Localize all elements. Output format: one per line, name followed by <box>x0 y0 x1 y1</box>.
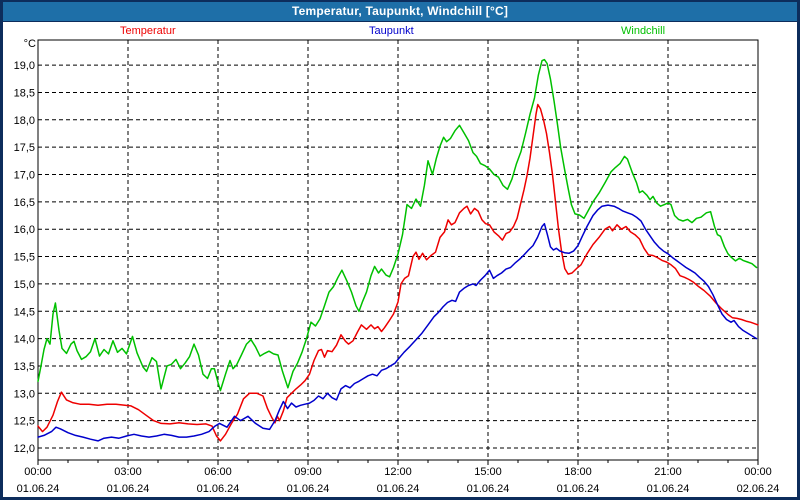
y-tick-label: 19,0 <box>14 60 35 72</box>
x-date-label: 01.06.24 <box>467 483 510 495</box>
x-time-label: 21:00 <box>654 466 682 478</box>
y-tick-label: 16,0 <box>14 224 35 236</box>
x-date-label: 01.06.24 <box>17 483 60 495</box>
x-time-label: 12:00 <box>384 466 412 478</box>
y-tick-label: 15,0 <box>14 279 35 291</box>
x-time-label: 00:00 <box>24 466 52 478</box>
x-date-label: 01.06.24 <box>197 483 240 495</box>
x-date-label: 01.06.24 <box>557 483 600 495</box>
app-window: Temperatur, Taupunkt, Windchill [°C] Tem… <box>0 0 800 500</box>
y-tick-label: 18,0 <box>14 115 35 127</box>
x-time-label: 00:00 <box>744 466 772 478</box>
chart-canvas: 19,0 18,5 18,0 17,5 17,0 16,5 16,0 15,5 15,0 14,5… <box>14 38 780 495</box>
x-time-label: 15:00 <box>474 466 502 478</box>
x-time-label: 18:00 <box>564 466 592 478</box>
y-tick-label: 12,0 <box>14 443 35 455</box>
y-tick-label: 13,0 <box>14 388 35 400</box>
x-date-label: 01.06.24 <box>287 483 330 495</box>
series-line-windchill <box>37 58 758 392</box>
y-axis-unit-label: °C <box>24 38 36 50</box>
x-date-label: 01.06.24 <box>377 483 420 495</box>
y-tick-label: 17,5 <box>14 142 35 154</box>
y-tick-label: 18,5 <box>14 87 35 99</box>
y-tick-label: 14,5 <box>14 306 35 318</box>
x-time-label: 06:00 <box>204 466 232 478</box>
x-date-label: 01.06.24 <box>107 483 150 495</box>
x-date-label: 01.06.24 <box>647 483 690 495</box>
y-tick-label: 15,5 <box>14 252 35 264</box>
y-tick-label: 13,5 <box>14 361 35 373</box>
y-tick-label: 17,0 <box>14 170 35 182</box>
x-time-label: 09:00 <box>294 466 322 478</box>
x-time-label: 03:00 <box>114 466 142 478</box>
series-line-taupunkt <box>37 204 758 442</box>
y-tick-label: 12,5 <box>14 416 35 428</box>
x-date-label: 02.06.24 <box>737 483 780 495</box>
y-tick-label: 14,0 <box>14 334 35 346</box>
y-tick-label: 16,5 <box>14 197 35 209</box>
